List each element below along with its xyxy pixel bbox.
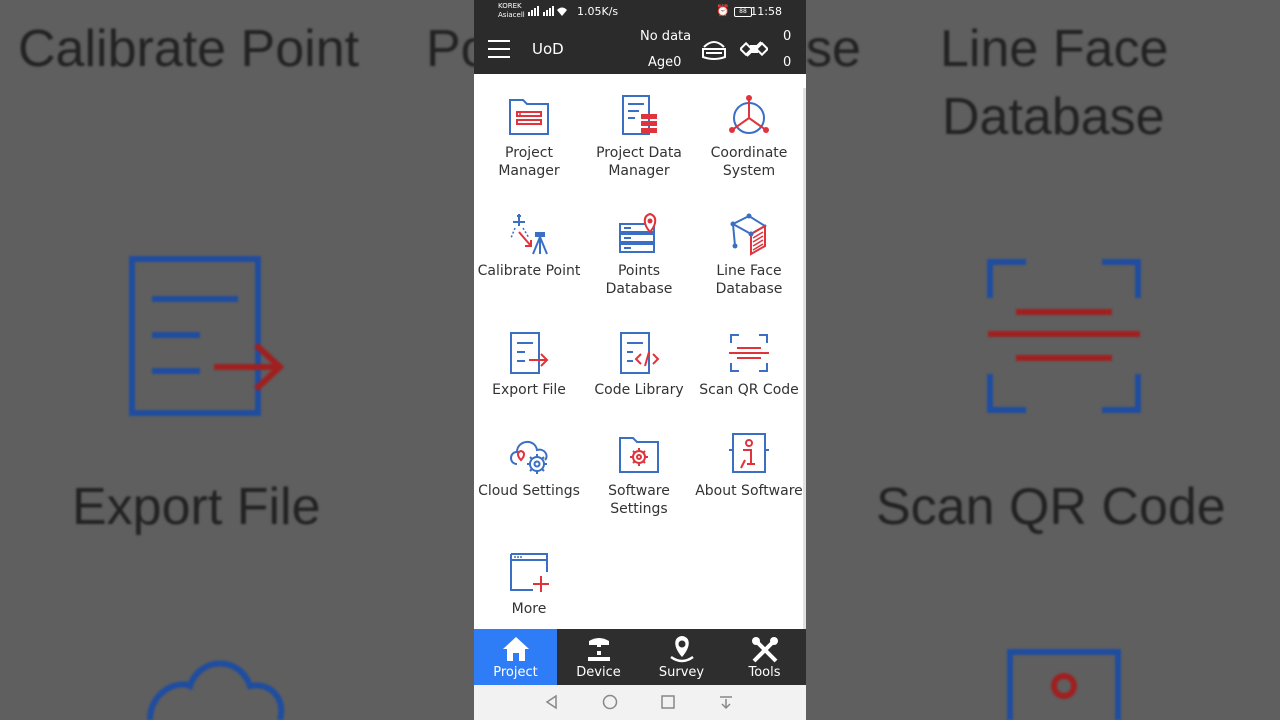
phone-screen: KOREK Asiacell 1.05K/s ⏰ 88 11:58 UoD No… — [474, 0, 806, 720]
tile-label: Project — [505, 145, 553, 161]
tile-cloud-settings[interactable]: Cloud Settings — [474, 432, 584, 500]
satellite-count-top: 0 — [783, 29, 792, 44]
nav-label: Survey — [658, 665, 705, 680]
nav-survey[interactable]: Survey — [640, 629, 723, 685]
tile-more[interactable]: More — [474, 550, 584, 618]
nav-device[interactable]: Device — [557, 629, 640, 685]
code-library-icon — [620, 332, 660, 374]
tile-label: Calibrate Point — [477, 263, 581, 279]
cloud-settings-icon — [510, 441, 548, 474]
export-file-icon — [510, 332, 549, 374]
tile-software-settings[interactable]: Software Settings — [584, 432, 694, 518]
bg-about-icon — [1007, 649, 1121, 720]
points-database-icon — [619, 212, 657, 253]
home-icon — [502, 637, 529, 661]
tile-calibrate-point[interactable]: Calibrate Point — [474, 212, 584, 280]
home-button-icon[interactable] — [602, 694, 618, 710]
project-data-manager-icon — [622, 95, 657, 135]
clock: 11:58 — [750, 5, 782, 18]
status-bar: KOREK Asiacell 1.05K/s ⏰ 88 11:58 — [474, 0, 806, 24]
carrier-2: Asiacell — [498, 11, 525, 19]
recents-button-icon[interactable] — [660, 694, 676, 710]
carrier-label: KOREK Asiacell — [498, 2, 525, 20]
background-right: se Line Face Database Scan QR Code — [806, 0, 1280, 720]
line-face-database-icon — [730, 213, 767, 256]
tile-label: Manager — [608, 163, 670, 179]
satellite-count-bottom: 0 — [783, 55, 792, 70]
bottom-navigation: Project Device Survey Tools — [474, 629, 806, 685]
carrier-1: KOREK — [498, 2, 522, 10]
nav-project[interactable]: Project — [474, 629, 557, 685]
tile-label: Database — [715, 281, 783, 297]
hamburger-menu-icon[interactable] — [488, 40, 510, 58]
calibrate-point-icon — [510, 214, 548, 255]
tile-label: Line Face — [716, 263, 782, 279]
bg-text-partial: Po — [426, 20, 474, 78]
tile-label: Coordinate — [710, 145, 788, 161]
bg-export-file-icon — [129, 256, 285, 416]
tile-project-data-manager[interactable]: Project Data Manager — [584, 94, 694, 180]
bg-text-calibrate-point: Calibrate Point — [18, 20, 360, 78]
tile-export-file[interactable]: Export File — [474, 331, 584, 399]
scan-qr-code-icon — [729, 334, 769, 372]
tile-label: About Software — [695, 483, 803, 499]
bg-text-partial-right: se — [806, 20, 861, 78]
nav-label: Project — [493, 665, 538, 680]
network-speed: 1.05K/s — [577, 5, 619, 18]
tile-label: Settings — [610, 501, 668, 517]
tile-about-software[interactable]: About Software — [694, 432, 804, 500]
alarm-icon: ⏰ — [716, 4, 730, 17]
bg-cloud-icon — [147, 660, 285, 720]
notification-pull-icon[interactable] — [718, 694, 734, 710]
tile-coordinate-system[interactable]: Coordinate System — [694, 94, 804, 180]
tile-line-face-database[interactable]: Line Face Database — [694, 212, 804, 298]
tile-label: Scan QR Code — [699, 382, 799, 398]
tile-points-database[interactable]: Points Database — [584, 212, 694, 298]
diff-age: Age0 — [648, 55, 682, 70]
tile-project-manager[interactable]: Project Manager — [474, 94, 584, 180]
tile-label: Cloud Settings — [478, 483, 580, 499]
system-navigation-bar — [474, 685, 806, 720]
tile-code-library[interactable]: Code Library — [584, 331, 694, 399]
tile-label: Manager — [498, 163, 560, 179]
tile-label: System — [722, 163, 776, 179]
bg-text-line-face: Line Face — [940, 20, 1169, 78]
tile-label: More — [511, 601, 547, 617]
tile-label: Export File — [492, 382, 566, 398]
nav-tools[interactable]: Tools — [723, 629, 806, 685]
tile-label: Code Library — [594, 382, 684, 398]
signal-icon — [528, 6, 567, 16]
gnss-receiver-icon[interactable] — [700, 37, 728, 61]
nav-label: Tools — [748, 665, 781, 680]
diff-status: No data — [640, 29, 692, 44]
about-software-icon — [729, 433, 769, 473]
nav-label: Device — [576, 665, 621, 680]
location-pin-icon — [669, 636, 694, 663]
bg-text-database: Database — [942, 88, 1165, 146]
tile-scan-qr-code[interactable]: Scan QR Code — [694, 331, 804, 399]
device-receiver-icon — [587, 638, 610, 661]
tile-label: Software — [608, 483, 670, 499]
bg-text-scan-qr: Scan QR Code — [876, 478, 1226, 536]
app-bar: UoD No data Age0 0 0 — [474, 24, 806, 74]
coordinate-system-icon — [729, 95, 769, 134]
more-icon — [510, 553, 549, 592]
tools-icon — [751, 637, 778, 663]
project-manager-icon — [509, 99, 549, 135]
background-left: Calibrate Point Po Export File — [0, 0, 474, 720]
tile-label: Points Database — [605, 263, 673, 297]
battery-icon: 88 — [734, 7, 752, 17]
bg-text-export-file: Export File — [72, 478, 321, 536]
satellite-icon[interactable] — [740, 35, 768, 63]
tile-label: Project Data — [596, 145, 682, 161]
back-button-icon[interactable] — [544, 694, 560, 710]
bg-scan-qr-icon — [987, 259, 1141, 413]
software-settings-icon — [619, 437, 659, 473]
project-title: UoD — [532, 40, 564, 58]
